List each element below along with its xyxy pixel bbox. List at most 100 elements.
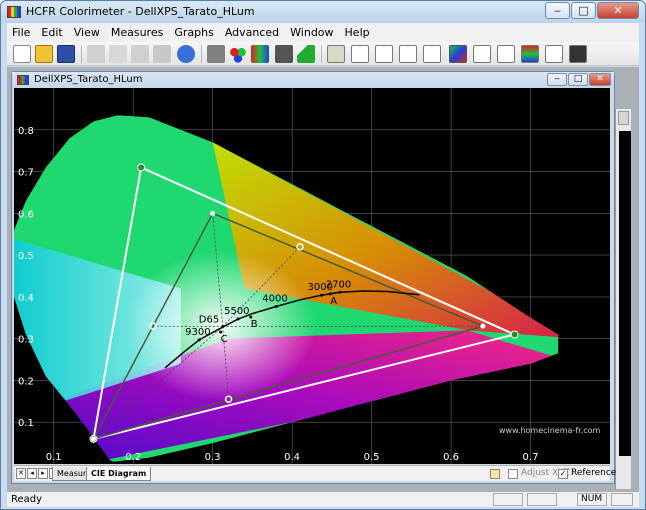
save-icon[interactable] xyxy=(57,45,75,63)
copy-icon[interactable] xyxy=(109,45,127,63)
status-panel-2 xyxy=(527,493,557,506)
cct-point xyxy=(338,290,342,294)
view10-icon[interactable] xyxy=(545,45,563,63)
adjust-xyz-checkbox[interactable] xyxy=(508,469,518,479)
tab-first-button[interactable]: ✕ xyxy=(16,468,26,479)
cct-point xyxy=(197,338,201,342)
measured-primary-point xyxy=(137,163,146,172)
cct-label: 4000 xyxy=(262,293,287,304)
patterns-icon[interactable] xyxy=(251,45,269,63)
y-tick-label: 0.8 xyxy=(18,126,34,137)
x-tick-label: 0.6 xyxy=(443,452,459,463)
open-folder-icon[interactable] xyxy=(35,45,53,63)
status-panel-4 xyxy=(611,493,633,506)
menu-help[interactable]: Help xyxy=(340,26,376,39)
cct-point xyxy=(274,304,278,308)
cie-diagram[interactable]: 0.1 0.2 0.3 0.4 0.5 0.6 0.7 0.1 0.2 0.3 0.4 0.5 0.6 0… xyxy=(10,88,610,464)
tab-cie-diagram[interactable]: CIE Diagram xyxy=(86,467,152,481)
toolbar xyxy=(7,42,639,66)
document-icon xyxy=(17,75,29,85)
app-icon xyxy=(7,6,21,18)
help-icon[interactable] xyxy=(177,45,195,63)
cie-chart-svg: 0.1 0.2 0.3 0.4 0.5 0.6 0.7 0.1 0.2 0.3 0.4 0.5 0.6 0… xyxy=(10,88,610,464)
x-tick-label: 0.5 xyxy=(364,452,380,463)
adjust-tool-icon[interactable] xyxy=(490,469,500,479)
x-tick-label: 0.7 xyxy=(523,452,539,463)
menu-bar: File Edit View Measures Graphs Advanced … xyxy=(7,23,639,42)
measured-primary-point xyxy=(510,330,519,339)
view1-icon[interactable] xyxy=(327,45,345,63)
title-bar: HCFR Colorimeter - DellXPS_Tarato_HLum ‒… xyxy=(1,1,645,23)
y-tick-label: 0.4 xyxy=(18,293,34,304)
view8-icon[interactable] xyxy=(497,45,515,63)
view7-icon[interactable] xyxy=(473,45,491,63)
y-tick-label: 0.3 xyxy=(18,335,34,346)
menu-advanced[interactable]: Advanced xyxy=(220,26,285,39)
view5-icon[interactable] xyxy=(423,45,441,63)
reference-label: Reference xyxy=(571,468,617,478)
cct-label: 9300 xyxy=(185,327,210,338)
white-point-label: C xyxy=(221,334,228,345)
document-title-bar: DellXPS_Tarato_HLum ‒ □ ✕ xyxy=(12,72,614,88)
background-window-content xyxy=(619,131,631,456)
view2-icon[interactable] xyxy=(351,45,369,63)
scroll-up-button[interactable] xyxy=(618,111,629,125)
play-icon[interactable] xyxy=(297,45,315,63)
x-tick-label: 0.3 xyxy=(205,452,221,463)
close-button[interactable]: ✕ xyxy=(597,2,639,19)
white-point-label: D65 xyxy=(199,315,219,326)
app-window: HCFR Colorimeter - DellXPS_Tarato_HLum ‒… xyxy=(0,0,646,510)
document-title: DellXPS_Tarato_HLum xyxy=(34,74,143,85)
cie-view-icon[interactable] xyxy=(449,45,467,63)
y-tick-label: 0.7 xyxy=(18,168,34,179)
tab-prev-button[interactable]: ◂ xyxy=(27,468,37,479)
view11-icon[interactable] xyxy=(569,45,587,63)
status-text: Ready xyxy=(11,494,43,505)
menu-edit[interactable]: Edit xyxy=(36,26,68,39)
view3-icon[interactable] xyxy=(375,45,393,63)
maximize-button[interactable]: □ xyxy=(571,2,596,19)
print-icon[interactable] xyxy=(153,45,171,63)
doc-minimize-button[interactable]: ‒ xyxy=(547,73,567,86)
cct-point xyxy=(320,293,324,297)
colors-icon[interactable] xyxy=(229,45,247,63)
white-point-label: A xyxy=(330,296,337,307)
tab-next-button[interactable]: ▸ xyxy=(38,468,48,479)
menu-view[interactable]: View xyxy=(69,26,106,39)
view9-icon[interactable] xyxy=(521,45,539,63)
new-file-icon[interactable] xyxy=(13,45,31,63)
x-tick-label: 0.2 xyxy=(125,452,141,463)
status-panel-1 xyxy=(493,493,523,506)
tab-strip: ✕ ◂ ▸ ▸ Measures CIE Diagram Adjust XYZ … xyxy=(14,465,616,481)
x-tick-label: 0.1 xyxy=(46,452,62,463)
x-tick-label: 0.4 xyxy=(284,452,300,463)
white-point-label: B xyxy=(251,319,258,330)
watermark-text: www.homecinema-fr.com xyxy=(499,426,601,435)
reference-primary-point xyxy=(210,210,216,216)
cct-point xyxy=(236,317,240,321)
cct-label: 2700 xyxy=(326,279,351,290)
reference-primary-point xyxy=(90,436,96,442)
generator-icon[interactable] xyxy=(207,45,225,63)
status-bar: Ready NUM xyxy=(7,491,639,507)
doc-maximize-button[interactable]: □ xyxy=(568,73,588,86)
menu-file[interactable]: File xyxy=(7,26,36,39)
y-tick-label: 0.6 xyxy=(18,209,34,220)
menu-window[interactable]: Window xyxy=(285,26,339,39)
reference-primary-point xyxy=(480,323,486,329)
menu-measures[interactable]: Measures xyxy=(106,26,169,39)
doc-close-button[interactable]: ✕ xyxy=(589,73,611,86)
white-point xyxy=(221,325,225,329)
cut-icon[interactable] xyxy=(87,45,105,63)
y-tick-label: 0.5 xyxy=(18,251,34,262)
minimize-button[interactable]: ‒ xyxy=(545,2,570,19)
paste-icon[interactable] xyxy=(131,45,149,63)
y-tick-label: 0.2 xyxy=(18,376,34,387)
status-num: NUM xyxy=(577,493,607,506)
y-tick-label: 0.1 xyxy=(18,418,34,429)
reference-checkbox[interactable]: ✓ xyxy=(558,469,568,479)
view4-icon[interactable] xyxy=(399,45,417,63)
window-title: HCFR Colorimeter - DellXPS_Tarato_HLum xyxy=(26,5,255,18)
camera-icon[interactable] xyxy=(275,45,293,63)
menu-graphs[interactable]: Graphs xyxy=(169,26,219,39)
